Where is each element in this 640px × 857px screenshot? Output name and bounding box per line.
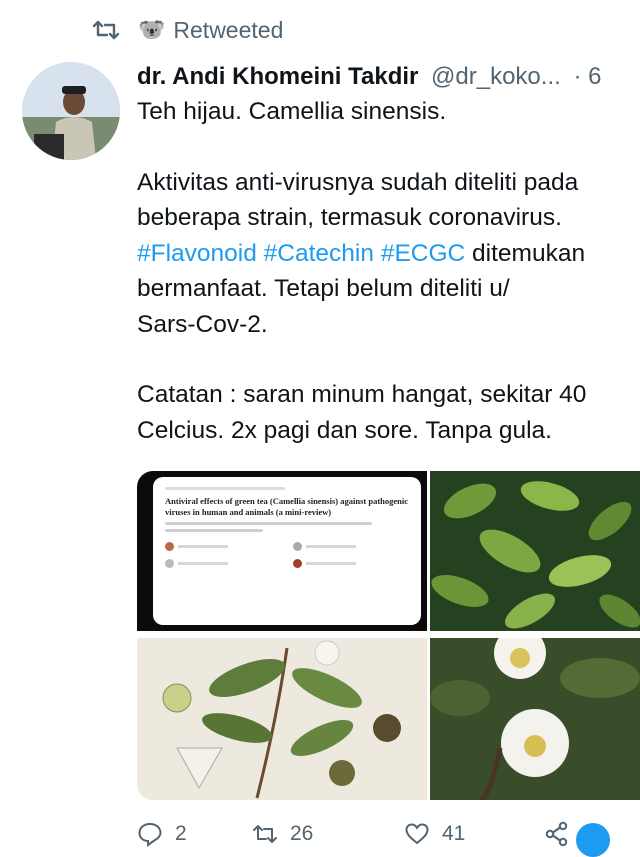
tweet-line: Teh hijau. Camellia sinensis. [137,98,447,125]
hashtag-flavonoid[interactable]: #Flavonoid [137,240,257,267]
author-card [165,559,281,568]
retweet-icon [92,20,120,40]
avatar-photo [22,62,120,160]
heart-icon [405,823,429,845]
paper-authors [165,542,409,568]
tweet-header: dr. Andi Khomeini Takdir @dr_koko... · 6 [137,58,640,96]
display-name[interactable]: dr. Andi Khomeini Takdir [137,63,418,90]
media-grid: Antiviral effects of green tea (Camellia… [137,471,640,800]
avatar[interactable] [22,62,120,160]
hashtag-ecgc[interactable]: #ECGC [381,240,465,267]
retweet-button[interactable]: 26 [252,821,404,847]
tweet-time[interactable]: · 6 [573,63,601,90]
tea-leaves-image [430,471,640,631]
like-button[interactable]: 41 [404,821,544,847]
media-paper-screenshot[interactable]: Antiviral effects of green tea (Camellia… [137,471,427,631]
tweet-line: Aktivitas anti-virusnya sudah diteliti p… [137,168,579,196]
like-count: 41 [442,822,466,845]
tweet-line-tail: ditemukan [472,239,586,267]
retweeted-header: 🐨 Retweeted [92,14,283,46]
floating-compose-button[interactable] [576,823,610,857]
tweet-line: Sars-Cov-2. [137,310,268,338]
tweet-line: bermanfaat. Tetapi belum diteliti u/ [137,275,510,302]
share-button[interactable] [544,821,610,857]
paper-header-bar [165,487,409,490]
reply-button[interactable]: 2 [137,821,252,847]
reply-count: 2 [175,822,187,845]
author-card [293,542,409,551]
tweet-line: #Flavonoid #Catechin #ECGC ditemukan [137,236,640,272]
user-handle[interactable]: @dr_koko... [431,63,561,90]
retweeted-label[interactable]: Retweeted [173,17,283,44]
media-botanical-illustration[interactable] [137,638,427,800]
retweet-icon [253,825,277,843]
tweet-line: Catatan : saran minum hangat, sekitar 40 [137,381,587,408]
share-icon [545,821,568,847]
media-tea-flower-photo[interactable] [430,638,640,800]
paper-title: Antiviral effects of green tea (Camellia… [165,496,409,517]
paper-abstract-lines [165,522,409,532]
tweet-text: Teh hijau. Camellia sinensis. Aktivitas … [137,94,640,448]
tweet-line: beberapa strain, termasuk coronavirus. [137,204,562,231]
retweet-count: 26 [290,822,314,845]
media-tea-leaves-photo[interactable] [430,471,640,631]
tea-flower-image [430,638,640,800]
paper-preview: Antiviral effects of green tea (Camellia… [153,477,421,625]
author-card [293,559,409,568]
tweet-line: Celcius. 2x pagi dan sore. Tanpa gula. [137,416,552,444]
koala-emoji: 🐨 [138,17,166,42]
hashtag-catechin[interactable]: #Catechin [264,240,374,267]
author-card [165,542,281,551]
tweet-actions: 2 26 41 [137,816,640,857]
reply-icon [138,822,162,847]
botanical-illustration-image [137,638,427,800]
